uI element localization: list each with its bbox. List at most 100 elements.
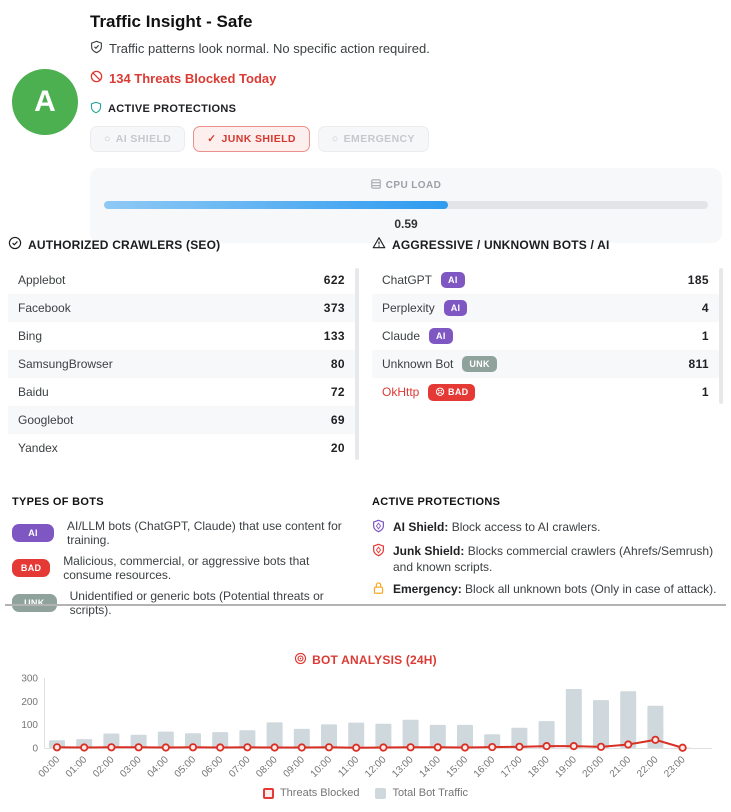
cpu-progress-fill [104, 201, 448, 209]
bot-types-list: AI AI/LLM bots (ChatGPT, Claude) that use… [12, 519, 360, 617]
svg-text:200: 200 [21, 697, 38, 708]
bot-name: Baidu [18, 385, 49, 399]
cpu-load-card: CPU LOAD 0.59 [90, 168, 722, 243]
header-section: Traffic Insight - Safe Traffic patterns … [90, 12, 722, 243]
chart-legend: Threats Blocked Total Bot Traffic [0, 787, 731, 799]
threats-text: 134 Threats Blocked Today [109, 71, 276, 86]
bot-type-badge: UNK [462, 356, 496, 372]
check-circle-icon [8, 236, 22, 253]
bot-name: Claude [382, 329, 420, 343]
bot-type-badge: ☹BAD [428, 384, 475, 401]
table-row: Claude AI 1 [372, 322, 723, 350]
no-entry-icon [90, 70, 103, 86]
status-text: Traffic patterns look normal. No specifi… [109, 41, 430, 56]
legend-threats-blocked[interactable]: Threats Blocked [263, 787, 359, 799]
table-row: Googlebot69 [8, 406, 359, 434]
table-row: Applebot622 [8, 266, 359, 294]
status-message: Traffic patterns look normal. No specifi… [90, 40, 722, 57]
scrollbar[interactable] [355, 268, 359, 460]
emergency-button[interactable]: ○ EMERGENCY [318, 126, 429, 152]
svg-text:300: 300 [21, 674, 38, 685]
svg-text:100: 100 [21, 720, 38, 731]
svg-text:01:00: 01:00 [64, 754, 90, 780]
bot-name: Applebot [18, 273, 65, 287]
svg-text:15:00: 15:00 [445, 754, 471, 780]
lock-orange-icon [372, 581, 385, 599]
shield-teal-icon [90, 101, 102, 117]
svg-text:23:00: 23:00 [662, 754, 688, 780]
cpu-load-value: 0.59 [104, 217, 708, 231]
table-row: Bing133 [8, 322, 359, 350]
threats-blocked-counter: 134 Threats Blocked Today [90, 70, 722, 86]
aggressive-bots-rows: ChatGPT AI 185 PerplexityAI4 Claude AI 1 Unknow… [372, 266, 723, 406]
section-divider [5, 604, 726, 606]
bot-type-legend-item: UNK Unidentified or generic bots (Potenti… [12, 589, 360, 617]
bot-count: 133 [324, 329, 345, 343]
protections-info-title: ACTIVE PROTECTIONS [372, 496, 723, 508]
bot-name: Googlebot [18, 413, 73, 427]
svg-text:12:00: 12:00 [363, 754, 389, 780]
svg-text:00:00: 00:00 [37, 754, 63, 780]
svg-text:08:00: 08:00 [254, 754, 280, 780]
svg-text:09:00: 09:00 [281, 754, 307, 780]
ai-shield-button[interactable]: ○ AI SHIELD [90, 126, 185, 152]
junk-shield-button[interactable]: ✓ JUNK SHIELD [193, 126, 310, 152]
bot-type-legend-item: BADMalicious, commercial, or aggressive … [12, 554, 360, 582]
svg-text:10:00: 10:00 [309, 754, 335, 780]
table-row: PerplexityAI4 [372, 294, 723, 322]
bot-type-legend-item: AI AI/LLM bots (ChatGPT, Claude) that use… [12, 519, 360, 547]
bot-count: 185 [688, 273, 709, 287]
avatar-letter: A [34, 85, 56, 119]
bot-type-badge: AI [441, 272, 465, 288]
bot-type-description: AI/LLM bots (ChatGPT, Claude) that use c… [67, 519, 360, 547]
svg-text:11:00: 11:00 [336, 754, 361, 779]
svg-text:21:00: 21:00 [608, 754, 634, 780]
bot-type-badge: AI [12, 524, 54, 542]
shield-red-icon [372, 543, 385, 561]
chart-plot-area: 010020030000:0001:0002:0003:0004:0005:00… [0, 671, 731, 786]
bot-type-badge: UNK [12, 594, 57, 612]
cpu-progress-track [104, 201, 708, 209]
table-row: ChatGPT AI 185 [372, 266, 723, 294]
bot-name: Perplexity [382, 301, 435, 315]
bot-name: Yandex [18, 441, 58, 455]
svg-text:20:00: 20:00 [581, 754, 607, 780]
warning-triangle-icon [372, 236, 386, 253]
svg-text:05:00: 05:00 [173, 754, 199, 780]
aggressive-bots-table: AGGRESSIVE / UNKNOWN BOTS / AI ChatGPT AI… [372, 236, 723, 462]
active-protections-label: ACTIVE PROTECTIONS [90, 101, 722, 117]
authorized-crawlers-rows: Applebot622Facebook373Bing133SamsungBrow… [8, 266, 359, 462]
page-title: Traffic Insight - Safe [90, 12, 722, 32]
bot-type-description: Unidentified or generic bots (Potential … [70, 589, 360, 617]
table-row: OkHttp☹BAD1 [372, 378, 723, 406]
protection-buttons: ○ AI SHIELD ✓ JUNK SHIELD ○ EMERGENCY [90, 126, 722, 152]
svg-text:02:00: 02:00 [91, 754, 117, 780]
bot-name: Unknown Bot [382, 357, 453, 371]
scrollbar[interactable] [719, 268, 723, 404]
bot-tables: AUTHORIZED CRAWLERS (SEO) Applebot622Fac… [8, 236, 725, 462]
svg-text:16:00: 16:00 [472, 754, 498, 780]
bot-name: ChatGPT [382, 273, 432, 287]
protection-name: AI Shield: [393, 520, 448, 534]
shield-purple-icon [372, 519, 385, 537]
table-row: SamsungBrowser80 [8, 350, 359, 378]
table-row: Facebook373 [8, 294, 359, 322]
svg-text:17:00: 17:00 [499, 754, 525, 780]
protections-list: AI Shield: Block access to AI crawlers.J… [372, 519, 723, 599]
authorized-crawlers-header: AUTHORIZED CRAWLERS (SEO) [8, 236, 359, 253]
circle-icon: ○ [104, 133, 111, 145]
avatar: A [12, 69, 78, 135]
aggressive-bots-header: AGGRESSIVE / UNKNOWN BOTS / AI [372, 236, 723, 253]
bot-count: 4 [702, 301, 709, 315]
bot-analysis-chart: BOT ANALYSIS (24H) 010020030000:0001:000… [0, 645, 731, 812]
threats-swatch-icon [263, 788, 274, 799]
bot-count: 80 [331, 357, 345, 371]
legend-total-bot-traffic[interactable]: Total Bot Traffic [375, 787, 468, 799]
bot-type-badge: AI [429, 328, 453, 344]
bot-count: 1 [702, 329, 709, 343]
bot-count: 72 [331, 385, 345, 399]
bot-count: 1 [702, 385, 709, 399]
svg-text:03:00: 03:00 [118, 754, 144, 780]
svg-text:22:00: 22:00 [635, 754, 661, 780]
frown-face-icon: ☹ [435, 387, 445, 398]
